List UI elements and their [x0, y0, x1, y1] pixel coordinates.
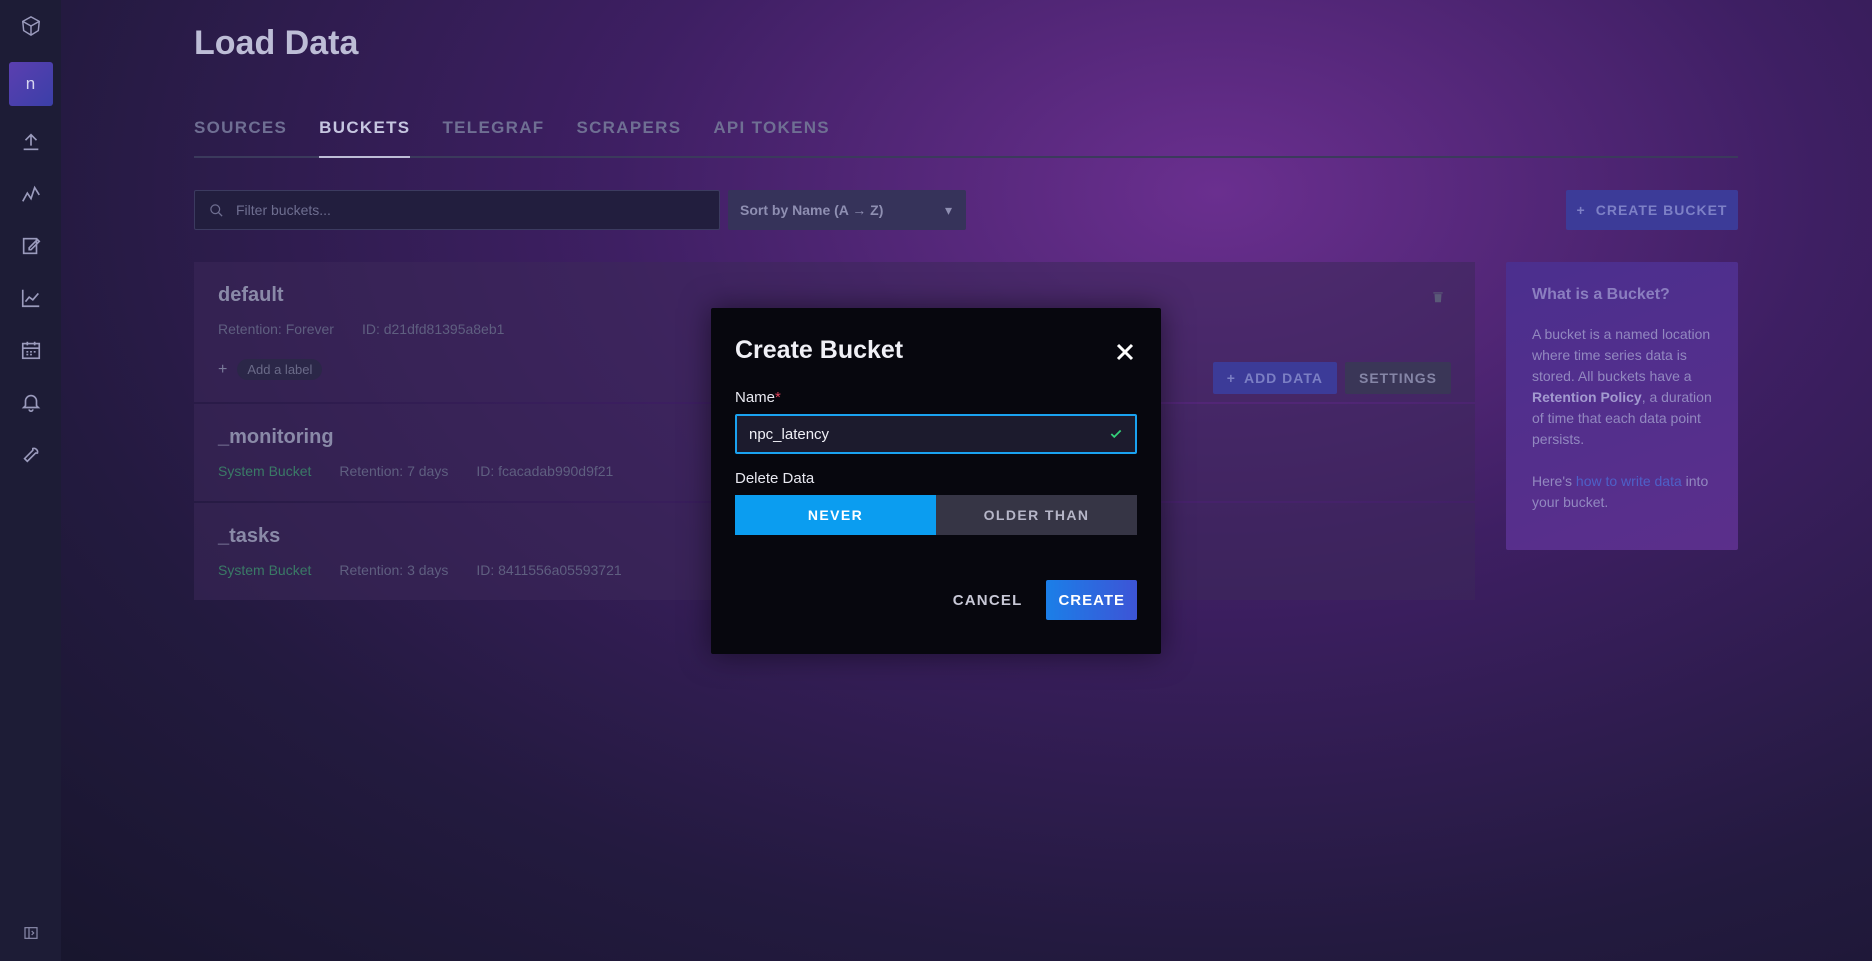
create-bucket-dialog: Create Bucket Name* npc_latency Delete D… [711, 308, 1161, 654]
name-label: Name* [735, 389, 781, 406]
close-icon[interactable] [1113, 340, 1137, 364]
dialog-title: Create Bucket [735, 336, 904, 364]
create-button[interactable]: CREATE [1046, 580, 1137, 620]
bucket-name-input[interactable]: npc_latency [735, 414, 1137, 454]
required-marker: * [775, 389, 781, 406]
older-than-option[interactable]: OLDER THAN [936, 495, 1137, 535]
dialog-footer: CANCEL CREATE [943, 580, 1137, 620]
cancel-button[interactable]: CANCEL [943, 582, 1033, 619]
check-icon [1110, 429, 1122, 439]
delete-data-toggle: NEVER OLDER THAN [735, 495, 1137, 535]
bucket-name-value[interactable]: npc_latency [749, 426, 829, 443]
delete-data-label: Delete Data [735, 470, 815, 487]
never-option[interactable]: NEVER [735, 495, 936, 535]
